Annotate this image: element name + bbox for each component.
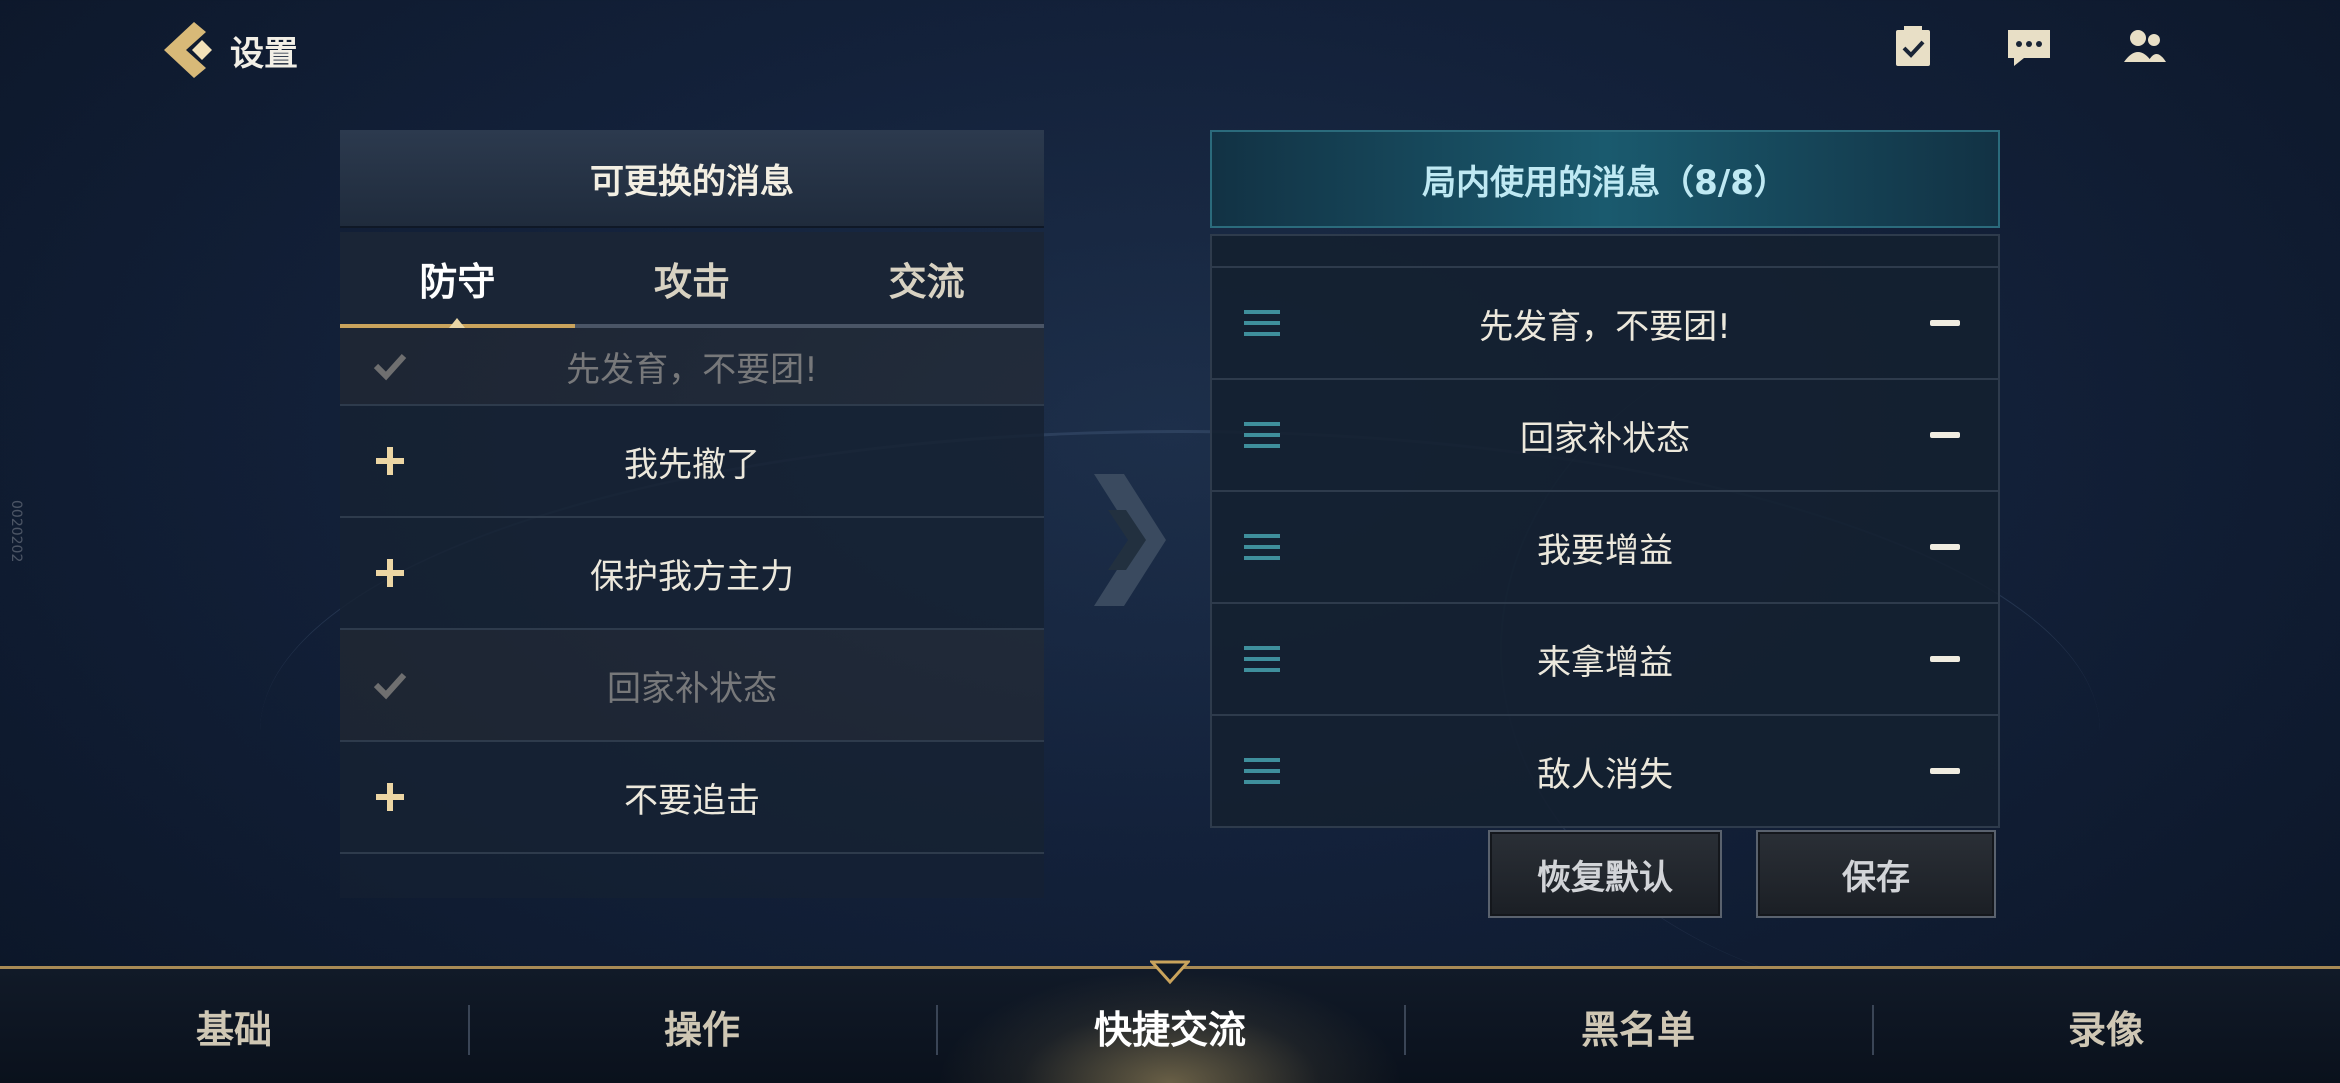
- list-item-label: 不要追击: [624, 780, 760, 821]
- tab-communication-label: 交流: [888, 259, 965, 304]
- side-watermark: 0020202: [8, 500, 24, 563]
- add-icon[interactable]: [370, 777, 410, 817]
- nav-quick-chat[interactable]: 快捷交流: [936, 969, 1404, 1083]
- tab-defense-label: 防守: [419, 259, 496, 304]
- list-item[interactable]: 不要追击: [340, 742, 1044, 854]
- page-title: 设置: [230, 34, 298, 74]
- task-checklist-icon[interactable]: [1888, 22, 1938, 72]
- list-item-label: 先发育，不要团!: [1479, 306, 1731, 347]
- check-icon: [370, 346, 410, 386]
- list-item[interactable]: 先发育，不要团!: [1212, 268, 1998, 380]
- chat-message-icon[interactable]: [2004, 22, 2054, 72]
- list-item-spacer: [1212, 236, 1998, 268]
- back-button[interactable]: [158, 18, 218, 82]
- list-item[interactable]: 敌人消失: [1212, 716, 1998, 826]
- nav-blacklist[interactable]: 黑名单: [1404, 969, 1872, 1083]
- list-item-label: 我先撤了: [624, 444, 760, 485]
- nav-controls[interactable]: 操作: [468, 969, 936, 1083]
- active-tab-caret-icon: [449, 318, 466, 328]
- nav-basic[interactable]: 基础: [0, 969, 468, 1083]
- remove-icon[interactable]: [1930, 656, 1960, 662]
- list-item-label: 保护我方主力: [590, 556, 794, 597]
- list-item[interactable]: 保护我方主力: [340, 518, 1044, 630]
- drag-handle-icon[interactable]: [1244, 644, 1280, 674]
- list-item-label: 回家补状态: [607, 668, 777, 709]
- add-icon[interactable]: [370, 441, 410, 481]
- list-item[interactable]: 先发育，不要团!: [340, 328, 1044, 406]
- restore-default-button[interactable]: 恢复默认: [1488, 830, 1722, 918]
- in-game-messages-panel: 局内使用的消息（8/8） 先发育，不要团! 回家补状态 我要增益 来拿增益 敌人…: [1210, 130, 2000, 828]
- check-icon: [370, 665, 410, 705]
- replaceable-message-list: 先发育，不要团! 我先撤了 保护我方主力 回家补状态 不要追击: [340, 328, 1044, 898]
- list-item-label: 来拿增益: [1537, 642, 1673, 683]
- list-item[interactable]: 回家补状态: [340, 630, 1044, 742]
- list-item-label: 我要增益: [1537, 530, 1673, 571]
- replaceable-messages-panel: 可更换的消息 防守 攻击 交流 先发育，不要团! 我先撤了 保护我方主力 回家补…: [340, 130, 1045, 900]
- replaceable-messages-title: 可更换的消息: [340, 130, 1044, 228]
- friends-icon[interactable]: [2120, 22, 2170, 72]
- add-icon[interactable]: [370, 553, 410, 593]
- tab-attack-label: 攻击: [654, 259, 731, 304]
- list-item[interactable]: 我先撤了: [340, 406, 1044, 518]
- nav-replays[interactable]: 录像: [1872, 969, 2340, 1083]
- remove-icon[interactable]: [1930, 544, 1960, 550]
- tab-defense[interactable]: 防守: [340, 232, 575, 328]
- list-item[interactable]: 回家补状态: [1212, 380, 1998, 492]
- in-game-message-list: 先发育，不要团! 回家补状态 我要增益 来拿增益 敌人消失: [1210, 234, 2000, 828]
- list-item-label: 先发育，不要团!: [566, 349, 818, 390]
- back-arrow-icon: [164, 22, 212, 78]
- drag-handle-icon[interactable]: [1244, 532, 1280, 562]
- drag-handle-icon[interactable]: [1244, 308, 1280, 338]
- transfer-arrow-icon: [1090, 470, 1170, 610]
- remove-icon[interactable]: [1930, 432, 1960, 438]
- save-button[interactable]: 保存: [1756, 830, 1996, 918]
- drag-handle-icon[interactable]: [1244, 420, 1280, 450]
- drag-handle-icon[interactable]: [1244, 756, 1280, 786]
- list-item-label: 敌人消失: [1537, 754, 1673, 795]
- list-item-label: 回家补状态: [1520, 418, 1690, 459]
- list-item[interactable]: 来拿增益: [1212, 604, 1998, 716]
- remove-icon[interactable]: [1930, 768, 1960, 774]
- tab-attack[interactable]: 攻击: [574, 232, 810, 328]
- tab-communication[interactable]: 交流: [809, 232, 1045, 328]
- in-game-messages-title: 局内使用的消息（8/8）: [1210, 130, 2000, 228]
- list-item[interactable]: 我要增益: [1212, 492, 1998, 604]
- category-tabs: 防守 攻击 交流: [340, 232, 1045, 328]
- remove-icon[interactable]: [1930, 320, 1960, 326]
- active-nav-caret-icon: [1150, 960, 1190, 985]
- list-item-empty: [340, 854, 1044, 898]
